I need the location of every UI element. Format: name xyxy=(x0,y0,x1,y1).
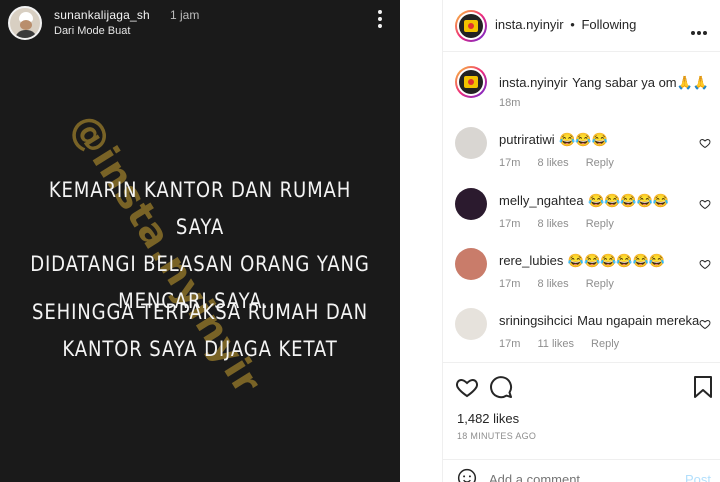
story-username[interactable]: sunankalijaga_sh xyxy=(54,8,150,22)
story-more-icon[interactable] xyxy=(376,10,384,30)
story-subtitle: Dari Mode Buat xyxy=(54,25,131,37)
add-comment-row: Post xyxy=(443,459,720,482)
heart-icon[interactable] xyxy=(699,258,711,270)
more-icon[interactable] xyxy=(691,22,711,35)
header-separator: • xyxy=(570,17,575,32)
story-text-line: KEMARIN KANTOR DAN RUMAH SAYA xyxy=(48,178,352,239)
following-button[interactable]: Following xyxy=(581,17,636,32)
comments-panel: insta.nyinyir • Following insta.nyinyir … xyxy=(442,0,720,482)
comment-avatar[interactable] xyxy=(455,308,487,340)
comment-text: 😂😂😂😂😂 xyxy=(588,193,669,208)
reply-button[interactable]: Reply xyxy=(586,157,614,169)
comment-avatar[interactable] xyxy=(455,188,487,220)
comment-row: melly_ngahtea 😂😂😂😂😂 xyxy=(499,192,669,210)
comment-meta: 17m 8 likes Reply xyxy=(499,278,628,290)
comment-meta: 17m 8 likes Reply xyxy=(499,157,628,169)
comment-likes[interactable]: 8 likes xyxy=(537,157,568,169)
story-text-line: SEHINGGA TERPAKSA RUMAH DAN xyxy=(32,300,368,324)
caption-avatar[interactable] xyxy=(455,66,487,98)
caption: insta.nyinyir Yang sabar ya om🙏🙏 xyxy=(499,74,709,92)
comment-time: 17m xyxy=(499,338,521,350)
emoji-icon[interactable] xyxy=(457,468,477,482)
caption-text: Yang sabar ya om🙏🙏 xyxy=(572,75,710,90)
comment-time: 17m xyxy=(499,157,521,169)
comment-avatar[interactable] xyxy=(455,248,487,280)
heart-icon[interactable] xyxy=(699,318,711,330)
comment-username[interactable]: sriningsihcici xyxy=(499,313,573,328)
header-avatar[interactable] xyxy=(455,10,487,42)
story-time: 1 jam xyxy=(170,8,200,22)
comment-avatar[interactable] xyxy=(455,127,487,159)
comment-time: 17m xyxy=(499,278,521,290)
heart-icon[interactable] xyxy=(699,198,711,210)
reply-button[interactable]: Reply xyxy=(586,278,614,290)
story-text-line: DIDATANGI BELASAN ORANG YANG xyxy=(30,252,370,276)
comment-username[interactable]: rere_lubies xyxy=(499,253,563,268)
comment-likes[interactable]: 8 likes xyxy=(537,218,568,230)
reply-button[interactable]: Reply xyxy=(591,338,619,350)
comment-time: 17m xyxy=(499,218,521,230)
add-comment-input[interactable] xyxy=(489,472,669,482)
comment-row: putriratiwi 😂😂😂 xyxy=(499,131,608,149)
story-text-line: KANTOR SAYA DIJAGA KETAT xyxy=(62,337,338,361)
comment-meta: 17m 8 likes Reply xyxy=(499,218,628,230)
caption-username[interactable]: insta.nyinyir xyxy=(499,75,568,90)
comment-row: rere_lubies 😂😂😂😂😂😂 xyxy=(499,252,665,270)
story-text-block-2: SEHINGGA TERPAKSA RUMAH DAN KANTOR SAYA … xyxy=(28,294,372,368)
post-time: 18 MINUTES AGO xyxy=(457,431,537,441)
comment-username[interactable]: putriratiwi xyxy=(499,132,555,147)
story-image: sunankalijaga_sh 1 jam Dari Mode Buat @i… xyxy=(0,0,400,482)
reply-button[interactable]: Reply xyxy=(586,218,614,230)
story-avatar[interactable] xyxy=(8,6,42,40)
comment-text: 😂😂😂 xyxy=(559,132,608,147)
caption-time: 18m xyxy=(499,97,521,109)
header-user: insta.nyinyir • Following xyxy=(495,17,636,32)
heart-icon[interactable] xyxy=(699,137,711,149)
post-header: insta.nyinyir • Following xyxy=(443,0,720,52)
comment-likes[interactable]: 8 likes xyxy=(537,278,568,290)
instagram-post-view: sunankalijaga_sh 1 jam Dari Mode Buat @i… xyxy=(0,0,720,482)
comment-icon[interactable] xyxy=(489,375,513,399)
divider-gap xyxy=(400,0,442,482)
bookmark-icon[interactable] xyxy=(693,375,713,399)
comment-row: sriningsihcici Mau ngapain mereka xyxy=(499,312,699,330)
likes-count[interactable]: 1,482 likes xyxy=(457,411,519,426)
comment-likes[interactable]: 11 likes xyxy=(537,338,573,350)
post-actions: 1,482 likes 18 MINUTES AGO Post xyxy=(443,362,720,482)
comment-text: Mau ngapain mereka xyxy=(577,313,700,328)
comment-username[interactable]: melly_ngahtea xyxy=(499,193,584,208)
post-button[interactable]: Post xyxy=(685,472,711,482)
header-username[interactable]: insta.nyinyir xyxy=(495,17,564,32)
comment-meta: 17m 11 likes Reply xyxy=(499,338,633,350)
like-heart-icon[interactable] xyxy=(455,375,479,399)
comment-text: 😂😂😂😂😂😂 xyxy=(567,253,665,268)
